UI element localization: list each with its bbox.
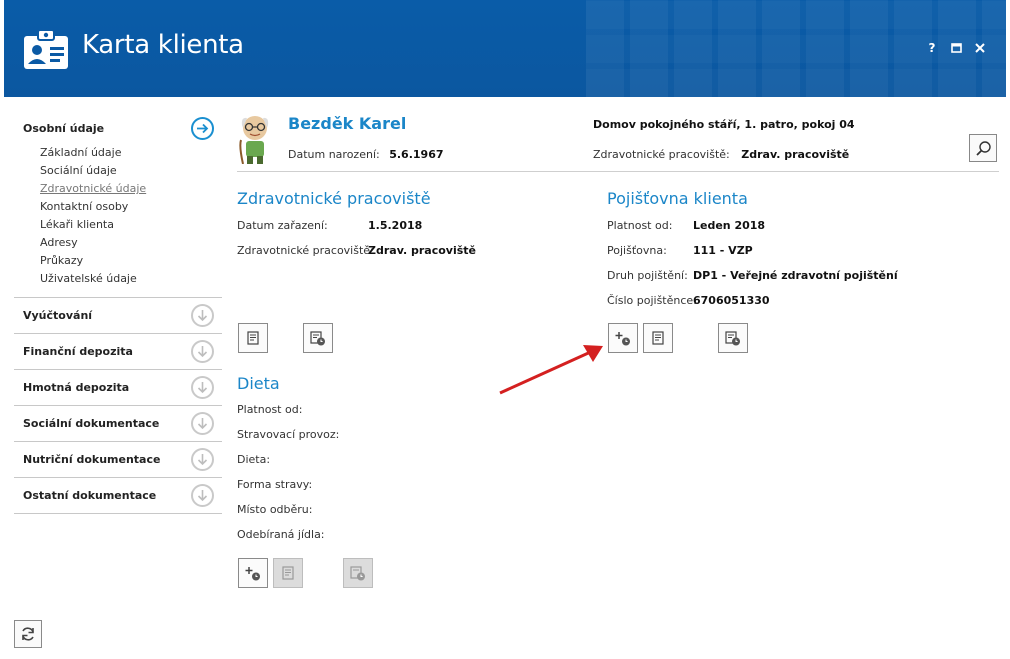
- client-card-icon: [24, 29, 68, 69]
- sidebar-item-zdravotnicke-udaje[interactable]: Zdravotnické údaje: [40, 180, 222, 198]
- add-history-icon: [245, 566, 260, 580]
- history-icon: [725, 330, 740, 345]
- diet-row-label: Dieta:: [237, 453, 271, 466]
- sidebar-item-uzivatelske-udaje[interactable]: Uživatelské údaje: [40, 270, 222, 288]
- section-title-insurance: Pojišťovna klienta: [607, 189, 748, 208]
- maximize-icon: [950, 43, 962, 53]
- header-pattern: [586, 0, 1006, 97]
- history-icon: [310, 330, 325, 345]
- diet-row-label: Platnost od:: [237, 403, 303, 416]
- help-button[interactable]: ?: [925, 40, 939, 56]
- row-label: Platnost od:: [607, 219, 673, 232]
- arrow-down-icon[interactable]: [191, 448, 214, 471]
- sidebar-section-label: Vyúčtování: [23, 309, 93, 322]
- sidebar-section-nutricni-dokumentace[interactable]: Nutriční dokumentace: [14, 442, 222, 478]
- birth-date: Datum narození: 5.6.1967: [288, 148, 444, 161]
- add-record-button[interactable]: [608, 323, 638, 353]
- sidebar-item-adresy[interactable]: Adresy: [40, 234, 222, 252]
- section-title-health-workplace: Zdravotnické pracoviště: [237, 189, 431, 208]
- sidebar-item-zakladni-udaje[interactable]: Základní údaje: [40, 144, 222, 162]
- search-button[interactable]: [969, 134, 997, 162]
- row-label: Zdravotnické pracoviště:: [237, 244, 374, 257]
- detail-button[interactable]: [643, 323, 673, 353]
- row-value: Leden 2018: [693, 219, 766, 232]
- sidebar-section-ostatni-dokumentace[interactable]: Ostatní dokumentace: [14, 478, 222, 514]
- document-icon: [247, 331, 259, 345]
- diet-row-label: Odebíraná jídla:: [237, 528, 325, 541]
- insurance-row: Pojišťovna: 111 - VZP: [607, 244, 753, 257]
- refresh-icon: [22, 627, 34, 641]
- sidebar-section-label: Ostatní dokumentace: [23, 489, 157, 502]
- sidebar: Osobní údaje Základní údaje Sociální úda…: [14, 112, 222, 514]
- sidebar-section-osobni-udaje[interactable]: Osobní údaje: [14, 112, 222, 144]
- row-label: Pojišťovna:: [607, 244, 667, 257]
- detail-button-disabled: [273, 558, 303, 588]
- arrow-right-icon[interactable]: [191, 116, 214, 140]
- client-workplace: Zdravotnické pracoviště: Zdrav. pracoviš…: [593, 148, 849, 161]
- arrow-down-icon[interactable]: [191, 304, 214, 327]
- row-label: Druh pojištění:: [607, 269, 688, 282]
- history-button[interactable]: [718, 323, 748, 353]
- sidebar-section-vyuctovani[interactable]: Vyúčtování: [14, 298, 222, 334]
- annotation-arrow-icon: [499, 345, 603, 395]
- health-row: Zdravotnické pracoviště: Zdrav. pracoviš…: [237, 244, 476, 257]
- sidebar-item-socialni-udaje[interactable]: Sociální údaje: [40, 162, 222, 180]
- diet-row-label: Stravovací provoz:: [237, 428, 340, 441]
- history-button[interactable]: [303, 323, 333, 353]
- sidebar-item-kontaktni-osoby[interactable]: Kontaktní osoby: [40, 198, 222, 216]
- row-label: Datum zařazení:: [237, 219, 328, 232]
- sidebar-section-label: Hmotná depozita: [23, 381, 130, 394]
- insurance-row: Druh pojištění: DP1 - Veřejné zdravotní …: [607, 269, 898, 282]
- window-title: Karta klienta: [82, 30, 244, 60]
- section-title-diet: Dieta: [237, 374, 280, 393]
- arrow-down-icon[interactable]: [191, 340, 214, 363]
- diet-row-label: Forma stravy:: [237, 478, 313, 491]
- arrow-down-icon[interactable]: [191, 412, 214, 435]
- client-name: Bezděk Karel: [288, 114, 407, 133]
- sidebar-section-label: Finanční depozita: [23, 345, 133, 358]
- history-icon: [350, 565, 365, 580]
- sidebar-section-label: Nutriční dokumentace: [23, 453, 161, 466]
- maximize-button[interactable]: [949, 40, 963, 56]
- search-icon: [975, 140, 991, 156]
- arrow-down-icon[interactable]: [191, 376, 214, 399]
- sidebar-section-label: Sociální dokumentace: [23, 417, 160, 430]
- sidebar-section-hmotna-depozita[interactable]: Hmotná depozita: [14, 370, 222, 406]
- avatar: [239, 116, 269, 164]
- client-workplace-value: Zdrav. pracoviště: [741, 148, 850, 161]
- add-history-icon: [615, 331, 630, 345]
- refresh-button[interactable]: [14, 620, 42, 648]
- row-value: DP1 - Veřejné zdravotní pojištění: [693, 269, 898, 282]
- row-value: Zdrav. pracoviště: [368, 244, 476, 257]
- row-label: Číslo pojištěnce:: [607, 294, 697, 307]
- sidebar-item-prukazy[interactable]: Průkazy: [40, 252, 222, 270]
- document-icon: [652, 331, 664, 345]
- sidebar-section-label: Osobní údaje: [23, 121, 105, 135]
- birth-date-value: 5.6.1967: [389, 148, 444, 161]
- add-record-button[interactable]: [238, 558, 268, 588]
- insurance-row: Platnost od: Leden 2018: [607, 219, 765, 232]
- close-icon: [975, 43, 985, 53]
- insurance-row: Číslo pojištěnce: 6706051330: [607, 294, 770, 307]
- sidebar-subitems: Základní údaje Sociální údaje Zdravotnic…: [14, 144, 222, 298]
- document-icon: [282, 566, 294, 580]
- divider: [237, 171, 999, 172]
- arrow-down-icon[interactable]: [191, 484, 214, 507]
- birth-date-label: Datum narození:: [288, 148, 380, 161]
- sidebar-section-socialni-dokumentace[interactable]: Sociální dokumentace: [14, 406, 222, 442]
- diet-row-label: Místo odběru:: [237, 503, 313, 516]
- row-value: 111 - VZP: [693, 244, 753, 257]
- app-header: Karta klienta ?: [4, 0, 1006, 97]
- health-row: Datum zařazení: 1.5.2018: [237, 219, 422, 232]
- history-button-disabled: [343, 558, 373, 588]
- detail-button[interactable]: [238, 323, 268, 353]
- sidebar-item-lekari-klienta[interactable]: Lékaři klienta: [40, 216, 222, 234]
- client-workplace-label: Zdravotnické pracoviště:: [593, 148, 730, 161]
- row-value: 6706051330: [693, 294, 770, 307]
- client-location-value: Domov pokojného stáří, 1. patro, pokoj 0…: [593, 118, 855, 131]
- sidebar-section-financni-depozita[interactable]: Finanční depozita: [14, 334, 222, 370]
- client-location: Domov pokojného stáří, 1. patro, pokoj 0…: [593, 118, 855, 131]
- close-button[interactable]: [973, 40, 987, 56]
- row-value: 1.5.2018: [368, 219, 423, 232]
